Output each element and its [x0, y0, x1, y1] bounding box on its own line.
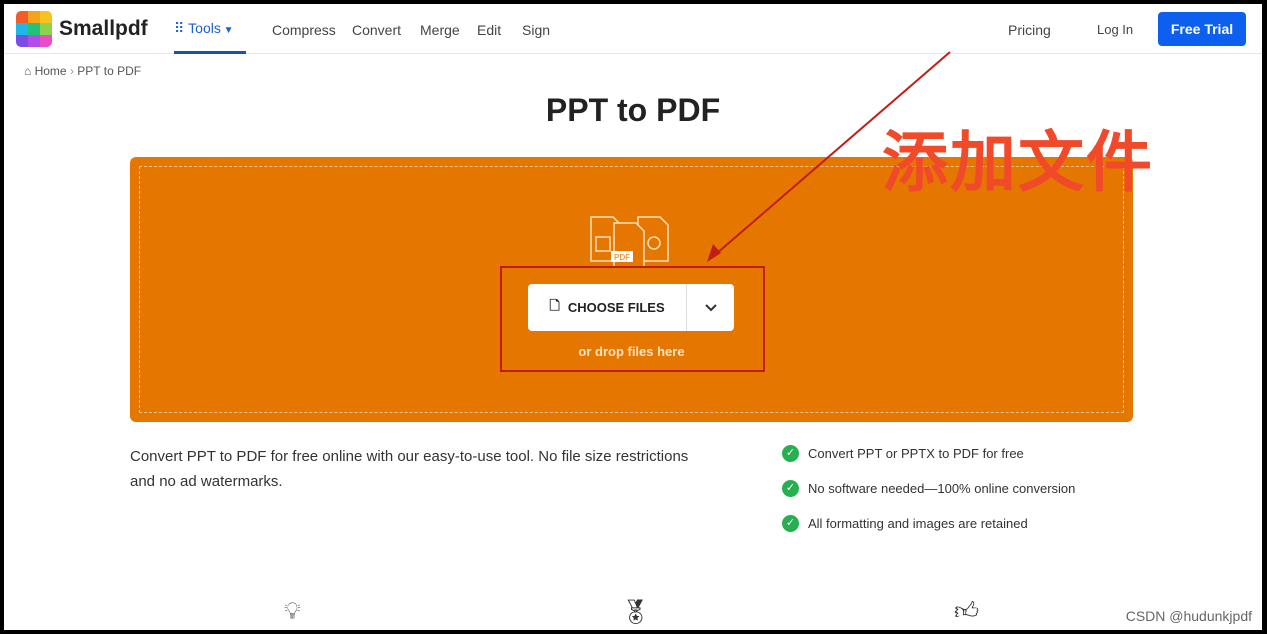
- award-icon: 🏅︎: [620, 599, 651, 626]
- check-icon: ✓: [782, 445, 799, 462]
- feature-item: ✓ Convert PPT or PPTX to PDF for free: [782, 445, 1024, 462]
- check-icon: ✓: [782, 480, 799, 497]
- page: Smallpdf ⠿ Tools ▼ Compress Convert Merg…: [4, 4, 1262, 630]
- feature-item: ✓ No software needed—100% online conversi…: [782, 480, 1075, 497]
- lightbulb-icon: 💡︎: [284, 598, 301, 625]
- check-icon: ✓: [782, 515, 799, 532]
- feature-text: All formatting and images are retained: [808, 516, 1028, 531]
- feature-item: ✓ All formatting and images are retained: [782, 515, 1028, 532]
- watermark: CSDN @hudunkjpdf: [1125, 608, 1252, 624]
- thumbs-up-icon: 👍︎: [954, 598, 980, 625]
- description: Convert PPT to PDF for free online with …: [130, 448, 689, 490]
- annotation-text: 添加文件: [882, 124, 1154, 201]
- feature-text: No software needed—100% online conversio…: [808, 481, 1076, 496]
- feature-text: Convert PPT or PPTX to PDF for free: [808, 446, 1024, 461]
